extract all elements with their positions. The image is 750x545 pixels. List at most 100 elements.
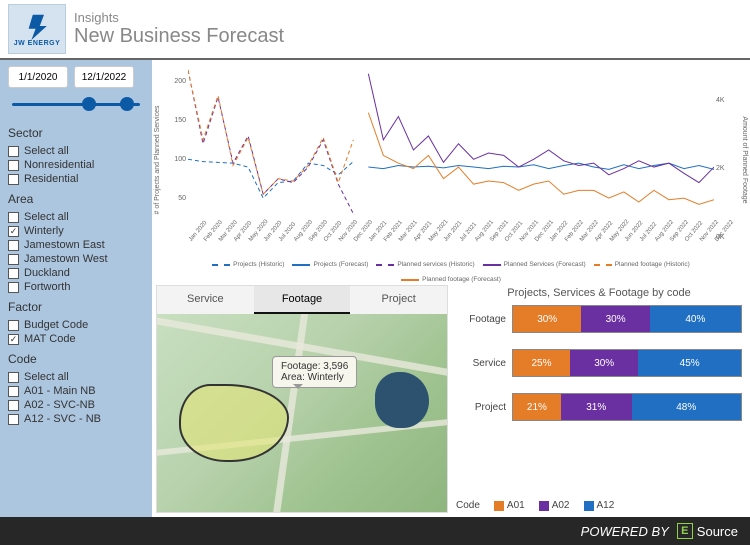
bar-segment-a01: 30%: [513, 306, 581, 332]
area-item[interactable]: Jamestown West: [8, 252, 144, 266]
bar-row-label: Footage: [456, 314, 506, 325]
stacked-bar-title: Projects, Services & Footage by code: [452, 285, 746, 301]
sector-label: Residential: [24, 173, 78, 185]
legend-heading: Code: [456, 500, 480, 511]
date-start-input[interactable]: [8, 66, 68, 88]
logo: JW ENERGY: [8, 4, 66, 54]
page-title: New Business Forecast: [74, 25, 284, 48]
bar-segment-a02: 30%: [570, 350, 638, 376]
checkbox-icon[interactable]: [8, 414, 19, 425]
bar-row: Project21%31%48%: [456, 393, 742, 421]
area-label: Jamestown East: [24, 239, 105, 251]
bar-row: Footage30%30%40%: [456, 305, 742, 333]
legend-swatch: [494, 501, 504, 511]
map-tab-service[interactable]: Service: [157, 286, 254, 314]
checkbox-icon[interactable]: ✓: [8, 334, 19, 345]
area-item[interactable]: ✓ Winterly: [8, 224, 144, 238]
factor-item[interactable]: ✓MAT Code: [8, 332, 144, 346]
sector-label: Sector: [8, 126, 144, 140]
chart-lines: [188, 66, 714, 237]
app: JW ENERGY Insights New Business Forecast…: [0, 0, 750, 545]
footer: POWERED BY E Source: [0, 517, 750, 545]
map[interactable]: Footage: 3,596 Area: Winterly: [157, 314, 447, 512]
legend-item: Planned Services (Forecast): [483, 261, 586, 268]
factor-item[interactable]: Budget Code: [8, 318, 144, 332]
stacked-bar-panel: Projects, Services & Footage by code Foo…: [452, 285, 746, 513]
bar-stack: 30%30%40%: [512, 305, 742, 333]
checkbox-icon[interactable]: [8, 268, 19, 279]
checkbox-icon[interactable]: [8, 282, 19, 293]
code-label: A02 - SVC-NB: [24, 399, 95, 411]
footer-powered: POWERED BY: [581, 524, 669, 539]
bar-segment-a01: 25%: [513, 350, 570, 376]
checkbox-icon[interactable]: [8, 212, 19, 223]
date-range-slider[interactable]: [8, 94, 144, 114]
map-tooltip: Footage: 3,596 Area: Winterly: [272, 356, 357, 388]
area-label: Winterly: [24, 225, 64, 237]
checkbox-icon[interactable]: [8, 320, 19, 331]
area-label: Area: [8, 192, 144, 206]
sector-item[interactable]: Select all: [8, 144, 144, 158]
checkbox-icon[interactable]: [8, 372, 19, 383]
sector-item[interactable]: Residential: [8, 172, 144, 186]
checkbox-icon[interactable]: [8, 174, 19, 185]
area-item[interactable]: Duckland: [8, 266, 144, 280]
legend-item: A12: [584, 500, 615, 511]
legend-item: Projects (Forecast): [292, 261, 368, 268]
bar-row: Service25%30%45%: [456, 349, 742, 377]
area-label: Fortworth: [24, 281, 70, 293]
checkbox-icon[interactable]: [8, 254, 19, 265]
map-tab-project[interactable]: Project: [350, 286, 447, 314]
legend-item: Planned footage (Forecast): [401, 276, 501, 283]
tooltip-line2: Area: Winterly: [281, 372, 348, 383]
checkbox-icon[interactable]: [8, 400, 19, 411]
legend-item: Planned services (Historic): [376, 261, 474, 268]
checkbox-icon[interactable]: [8, 160, 19, 171]
y-axis-left-label: # of Projects and Planned Services: [154, 90, 161, 230]
code-label: A12 - SVC - NB: [24, 413, 101, 425]
legend-item: Planned footage (Historic): [594, 261, 690, 268]
code-item[interactable]: A01 - Main NB: [8, 384, 144, 398]
checkbox-icon[interactable]: [8, 386, 19, 397]
legend-swatch: [539, 501, 549, 511]
code-item[interactable]: A12 - SVC - NB: [8, 412, 144, 426]
checkbox-icon[interactable]: [8, 240, 19, 251]
sidebar: Sector Select allNonresidentialResidenti…: [0, 58, 152, 517]
code-label: A01 - Main NB: [24, 385, 96, 397]
map-tabs: ServiceFootageProject: [157, 286, 447, 314]
checkbox-icon[interactable]: [8, 146, 19, 157]
sector-label: Select all: [24, 145, 69, 157]
area-item[interactable]: Fortworth: [8, 280, 144, 294]
footer-brand: E Source: [677, 523, 738, 539]
stacked-bar-legend: Code A01 A02 A12: [452, 496, 746, 513]
sector-item[interactable]: Nonresidential: [8, 158, 144, 172]
code-label: Select all: [24, 371, 69, 383]
area-label: Select all: [24, 211, 69, 223]
area-item[interactable]: Select all: [8, 210, 144, 224]
bar-segment-a02: 31%: [561, 394, 632, 420]
bar-row-label: Service: [456, 358, 506, 369]
legend-swatch: [584, 501, 594, 511]
bar-segment-a01: 21%: [513, 394, 561, 420]
legend-item: A01: [494, 500, 525, 511]
header: JW ENERGY Insights New Business Forecast: [0, 0, 750, 58]
brand-text: Source: [697, 524, 738, 539]
area-label: Duckland: [24, 267, 70, 279]
area-label: Jamestown West: [24, 253, 108, 265]
legend-item: A02: [539, 500, 570, 511]
checkbox-icon[interactable]: ✓: [8, 226, 19, 237]
date-end-input[interactable]: [74, 66, 134, 88]
pond-shape: [375, 372, 429, 428]
bar-segment-a12: 40%: [650, 306, 741, 332]
map-tab-footage[interactable]: Footage: [254, 286, 351, 314]
chart-legend: Projects (Historic) Projects (Forecast) Pl…: [188, 261, 714, 283]
page-supertitle: Insights: [74, 10, 284, 25]
logo-j-icon: [23, 12, 51, 40]
bar-segment-a02: 30%: [581, 306, 649, 332]
code-item[interactable]: Select all: [8, 370, 144, 384]
legend-item: Projects (Historic): [212, 261, 284, 268]
area-item[interactable]: Jamestown East: [8, 238, 144, 252]
code-label: Code: [8, 352, 144, 366]
code-item[interactable]: A02 - SVC-NB: [8, 398, 144, 412]
selected-zone[interactable]: [179, 384, 289, 462]
